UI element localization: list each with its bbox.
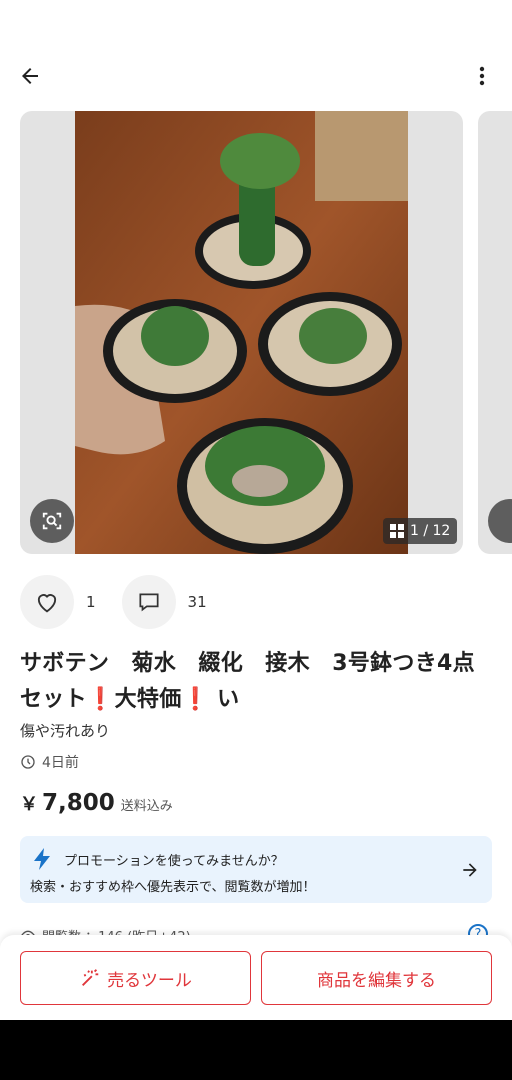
price: ￥ 7,800 送料込み	[20, 790, 173, 816]
comment-icon	[139, 593, 159, 612]
grid-icon	[390, 524, 404, 538]
promotion-title: プロモーションを使ってみませんか？	[64, 854, 284, 869]
product-image-card[interactable]: 1 / 12	[20, 111, 463, 554]
clock-icon	[21, 755, 35, 769]
next-image-card[interactable]	[478, 111, 512, 554]
like-count: 1	[86, 593, 96, 611]
like-button[interactable]	[20, 575, 74, 629]
sell-tool-button[interactable]: 売るツール	[20, 951, 251, 1005]
image-carousel[interactable]: 1 / 12	[20, 111, 512, 554]
reaction-row: 1 31	[20, 574, 233, 630]
lightning-icon	[34, 848, 50, 870]
promotion-body: 検索・おすすめ枠へ優先表示で、閲覧数が増加！	[30, 880, 316, 895]
system-nav-bar	[0, 1020, 512, 1080]
more-options-button[interactable]	[466, 60, 498, 92]
edit-item-label: 商品を編集する	[317, 970, 436, 991]
sparkle-megaphone-icon	[82, 969, 99, 986]
arrow-right-icon	[463, 863, 477, 877]
item-title: サボテン 菊水 綴化 接木 3号鉢つき4点セット❗大特価❗ い	[20, 651, 475, 712]
price-value: 7,800	[42, 790, 115, 816]
edit-item-button[interactable]: 商品を編集する	[261, 951, 492, 1005]
promotion-banner[interactable]: プロモーションを使ってみませんか？ 検索・おすすめ枠へ優先表示で、閲覧数が増加！	[20, 836, 492, 903]
image-search-button[interactable]	[30, 499, 74, 543]
sell-tool-label: 売るツール	[107, 970, 192, 991]
posted-time-text: 4日前	[42, 755, 79, 771]
image-counter: 1 / 12	[383, 518, 458, 544]
posted-time: 4日前	[20, 752, 79, 772]
shipping-label: 送料込み	[120, 799, 173, 814]
bottom-action-bar: 売るツール 商品を編集する	[0, 935, 512, 1020]
item-condition: 傷や汚れあり	[20, 722, 111, 740]
back-button[interactable]	[14, 60, 46, 92]
comment-button[interactable]	[121, 575, 176, 629]
heart-icon	[37, 594, 57, 613]
image-counter-text: 1 / 12	[410, 523, 451, 539]
comment-count: 31	[187, 593, 207, 611]
arrow-left-icon	[22, 68, 38, 84]
image-search-icon	[42, 512, 62, 530]
price-currency: ￥	[20, 794, 38, 815]
top-bar	[0, 0, 512, 110]
product-photo	[75, 111, 408, 554]
more-vertical-icon	[479, 66, 485, 86]
